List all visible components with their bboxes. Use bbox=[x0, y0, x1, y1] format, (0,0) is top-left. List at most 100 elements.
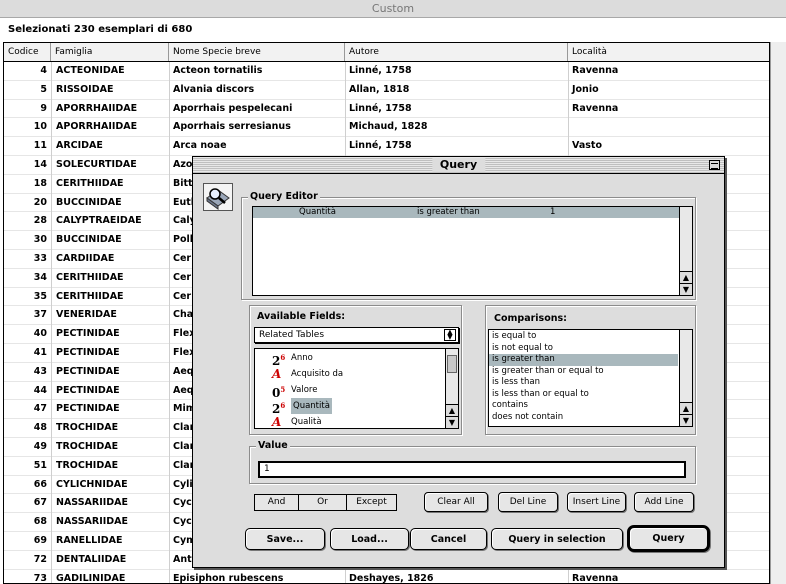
except-button[interactable]: Except bbox=[347, 494, 397, 511]
table-cell: Jonio bbox=[572, 83, 599, 95]
query-editor-scrollbar[interactable]: ▲ ▼ bbox=[679, 207, 692, 295]
table-cell: Deshayes, 1826 bbox=[349, 572, 434, 584]
field-item[interactable]: 26 Anno bbox=[255, 350, 444, 368]
load-button[interactable]: Load... bbox=[330, 528, 409, 550]
clear-all-button[interactable]: Clear All bbox=[424, 492, 488, 512]
query-editor-list[interactable]: Quantità is greater than 1 ▲ ▼ bbox=[252, 206, 693, 296]
table-cell: 34 bbox=[33, 271, 47, 283]
fields-scrollbar[interactable]: ▲ ▼ bbox=[445, 349, 458, 428]
table-cell: CALYPTRAEIDAE bbox=[56, 215, 142, 227]
table-cell: 18 bbox=[33, 177, 47, 189]
available-fields-list[interactable]: 26 Anno A Acquisito da 05 Valore 26 Quan… bbox=[254, 348, 459, 429]
comparison-item[interactable]: contains bbox=[489, 400, 678, 412]
table-cell: Michaud, 1828 bbox=[349, 121, 428, 133]
comparison-item[interactable]: is not equal to bbox=[489, 343, 678, 355]
table-cell: Ravenna bbox=[572, 65, 619, 76]
integer-field-icon: 26 bbox=[272, 353, 286, 368]
table-cell: Ravenna bbox=[572, 102, 619, 114]
comparison-item[interactable]: does not contain bbox=[489, 412, 678, 424]
value-label: Value bbox=[256, 440, 290, 451]
table-cell: Aporrhais serresianus bbox=[173, 121, 291, 133]
table-cell: BUCCINIDAE bbox=[56, 234, 122, 246]
table-cell: 72 bbox=[33, 553, 47, 565]
table-row[interactable]: 11 ARCIDAE Arca noae Linné, 1758 Vasto bbox=[4, 137, 769, 156]
comparison-item[interactable]: is less than bbox=[489, 377, 678, 389]
table-cell: 9 bbox=[40, 102, 47, 114]
comparisons-label: Comparisons: bbox=[494, 313, 567, 324]
column-header-autore[interactable]: Autore bbox=[345, 43, 568, 61]
table-cell: Arca noae bbox=[173, 140, 227, 152]
table-cell: Vasto bbox=[572, 140, 602, 152]
table-cell: 33 bbox=[33, 252, 47, 264]
comparison-item[interactable]: is less than or equal to bbox=[489, 389, 678, 401]
value-input[interactable]: 1 bbox=[258, 461, 686, 478]
query-editor-label: Query Editor bbox=[248, 191, 320, 202]
table-cell: CARDIIDAE bbox=[56, 252, 115, 264]
or-button[interactable]: Or bbox=[299, 494, 347, 511]
insert-line-button[interactable]: Insert Line bbox=[567, 492, 626, 512]
scroll-up-arrow-icon[interactable]: ▲ bbox=[446, 404, 458, 416]
table-row[interactable]: 4 ACTEONIDAE Acteon tornatilis Linné, 1758 R… bbox=[4, 62, 769, 81]
field-item[interactable]: A Acquisito da bbox=[255, 366, 444, 382]
scroll-down-arrow-icon[interactable]: ▼ bbox=[680, 414, 692, 426]
real-field-icon: 05 bbox=[272, 385, 286, 400]
table-cell: Episiphon rubescens bbox=[173, 572, 284, 584]
table-cell: APORRHAIIDAE bbox=[56, 121, 138, 133]
related-tables-popup[interactable]: Related Tables ▲ ▼ bbox=[254, 327, 459, 343]
cancel-button[interactable]: Cancel bbox=[410, 528, 487, 550]
field-item[interactable]: 26 Quantità bbox=[255, 398, 444, 416]
scroll-up-arrow-icon[interactable]: ▲ bbox=[680, 402, 692, 414]
scroll-down-arrow-icon[interactable]: ▼ bbox=[446, 416, 458, 428]
query-button[interactable]: Query bbox=[627, 525, 710, 552]
scroll-down-arrow-icon[interactable]: ▼ bbox=[680, 283, 692, 295]
table-cell: 5 bbox=[40, 83, 47, 95]
table-cell: 47 bbox=[33, 403, 47, 415]
table-cell: 40 bbox=[33, 328, 47, 340]
selection-count: Selezionati 230 esemplari di 680 bbox=[8, 24, 193, 35]
query-line-operator: is greater than bbox=[417, 207, 480, 217]
table-cell: ACTEONIDAE bbox=[56, 65, 125, 76]
table-row[interactable]: 9 APORRHAIIDAE Aporrhais pespelecani Linné,… bbox=[4, 100, 769, 119]
field-item[interactable]: 05 Valore bbox=[255, 382, 444, 400]
table-row[interactable]: 5 RISSOIDAE Alvania discors Allan, 1818 Joni… bbox=[4, 81, 769, 100]
table-cell: 11 bbox=[33, 140, 47, 152]
table-cell: Ravenna bbox=[572, 572, 619, 584]
table-cell: 20 bbox=[33, 196, 47, 208]
table-row[interactable]: 10 APORRHAIIDAE Aporrhais serresianus Micha… bbox=[4, 118, 769, 138]
table-cell: PECTINIDAE bbox=[56, 328, 120, 340]
table-cell: TROCHIDAE bbox=[56, 459, 119, 471]
query-line[interactable]: Quantità is greater than 1 bbox=[253, 207, 679, 218]
column-header-famiglia[interactable]: Famiglia bbox=[51, 43, 169, 61]
table-cell: 66 bbox=[33, 478, 47, 490]
save-button[interactable]: Save... bbox=[245, 528, 325, 550]
del-line-button[interactable]: Del Line bbox=[498, 492, 558, 512]
query-in-selection-button[interactable]: Query in selection bbox=[491, 528, 623, 550]
dialog-title-bar[interactable]: Query bbox=[193, 157, 724, 174]
table-cell: 35 bbox=[33, 290, 47, 302]
column-header-localita[interactable]: Località bbox=[568, 43, 769, 61]
scroll-up-arrow-icon[interactable]: ▲ bbox=[680, 271, 692, 283]
comparisons-list[interactable]: is equal to is not equal to is greater tha… bbox=[488, 329, 693, 427]
query-line-field: Quantità bbox=[299, 207, 336, 217]
table-cell: CYLICHNIDAE bbox=[56, 478, 128, 490]
column-header-codice[interactable]: Codice bbox=[4, 43, 51, 61]
table-cell: 14 bbox=[33, 158, 47, 170]
table-row[interactable]: 73 GADILINIDAE Episiphon rubescens Deshayes… bbox=[4, 570, 769, 584]
window-title: Custom bbox=[0, 0, 786, 18]
column-header-nome-specie[interactable]: Nome Specie breve bbox=[169, 43, 345, 61]
zoom-box-icon[interactable] bbox=[709, 160, 720, 170]
table-cell: 43 bbox=[33, 365, 47, 377]
table-scrollbar[interactable] bbox=[770, 42, 786, 584]
comparison-item[interactable]: is greater than or equal to bbox=[489, 366, 678, 378]
table-cell: 28 bbox=[33, 215, 47, 227]
field-item[interactable]: A Qualità bbox=[255, 414, 444, 428]
comparison-item[interactable]: is greater than bbox=[489, 354, 678, 366]
comparisons-scrollbar[interactable]: ▲ ▼ bbox=[679, 330, 692, 426]
query-magnifier-icon bbox=[203, 183, 233, 211]
comparison-item[interactable]: is equal to bbox=[489, 331, 678, 343]
integer-field-icon: 26 bbox=[272, 401, 286, 416]
add-line-button[interactable]: Add Line bbox=[634, 492, 694, 512]
table-cell: Linné, 1758 bbox=[349, 102, 412, 114]
fields-scroll-thumb[interactable] bbox=[447, 355, 457, 373]
and-button[interactable]: And bbox=[254, 494, 299, 511]
